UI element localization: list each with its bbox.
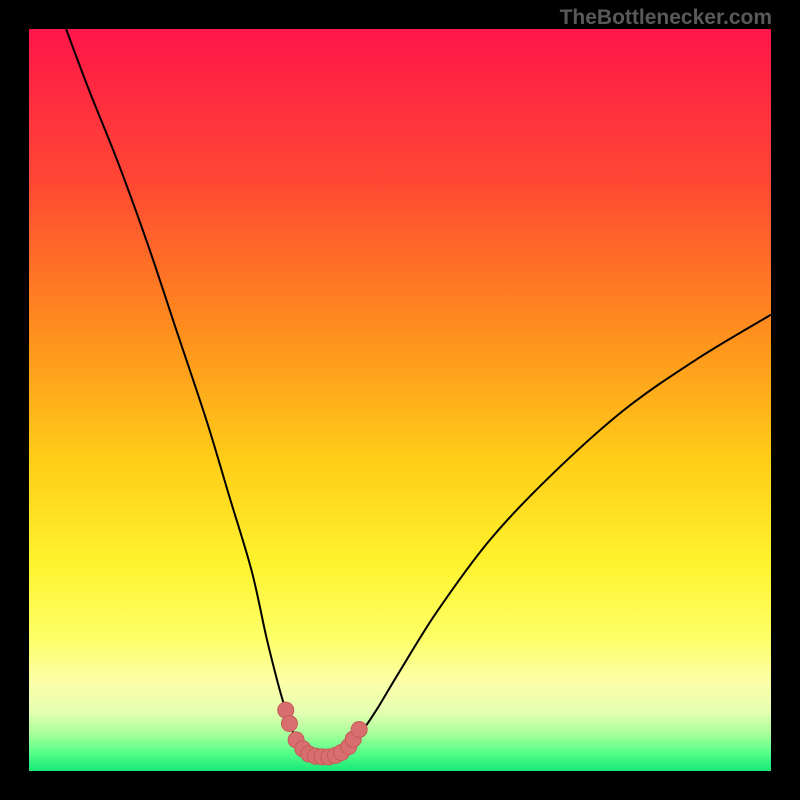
chart-svg bbox=[29, 29, 771, 771]
curve-marker bbox=[307, 748, 323, 764]
curve-marker bbox=[327, 747, 343, 763]
curve-marker bbox=[341, 739, 357, 755]
curve-marker bbox=[281, 716, 297, 732]
chart-stage: TheBottlenecker.com bbox=[0, 0, 800, 800]
curve-marker bbox=[295, 741, 311, 757]
bottleneck-curve bbox=[66, 29, 771, 757]
curve-marker bbox=[288, 732, 304, 748]
attribution-label: TheBottlenecker.com bbox=[560, 6, 772, 30]
curve-marker bbox=[314, 749, 330, 765]
curve-marker bbox=[278, 702, 294, 718]
curve-marker bbox=[321, 749, 337, 765]
plot-area bbox=[29, 29, 771, 771]
curve-marker bbox=[345, 731, 361, 747]
curve-marker bbox=[333, 744, 349, 760]
curve-marker bbox=[351, 721, 367, 737]
curve-marker bbox=[301, 746, 317, 762]
